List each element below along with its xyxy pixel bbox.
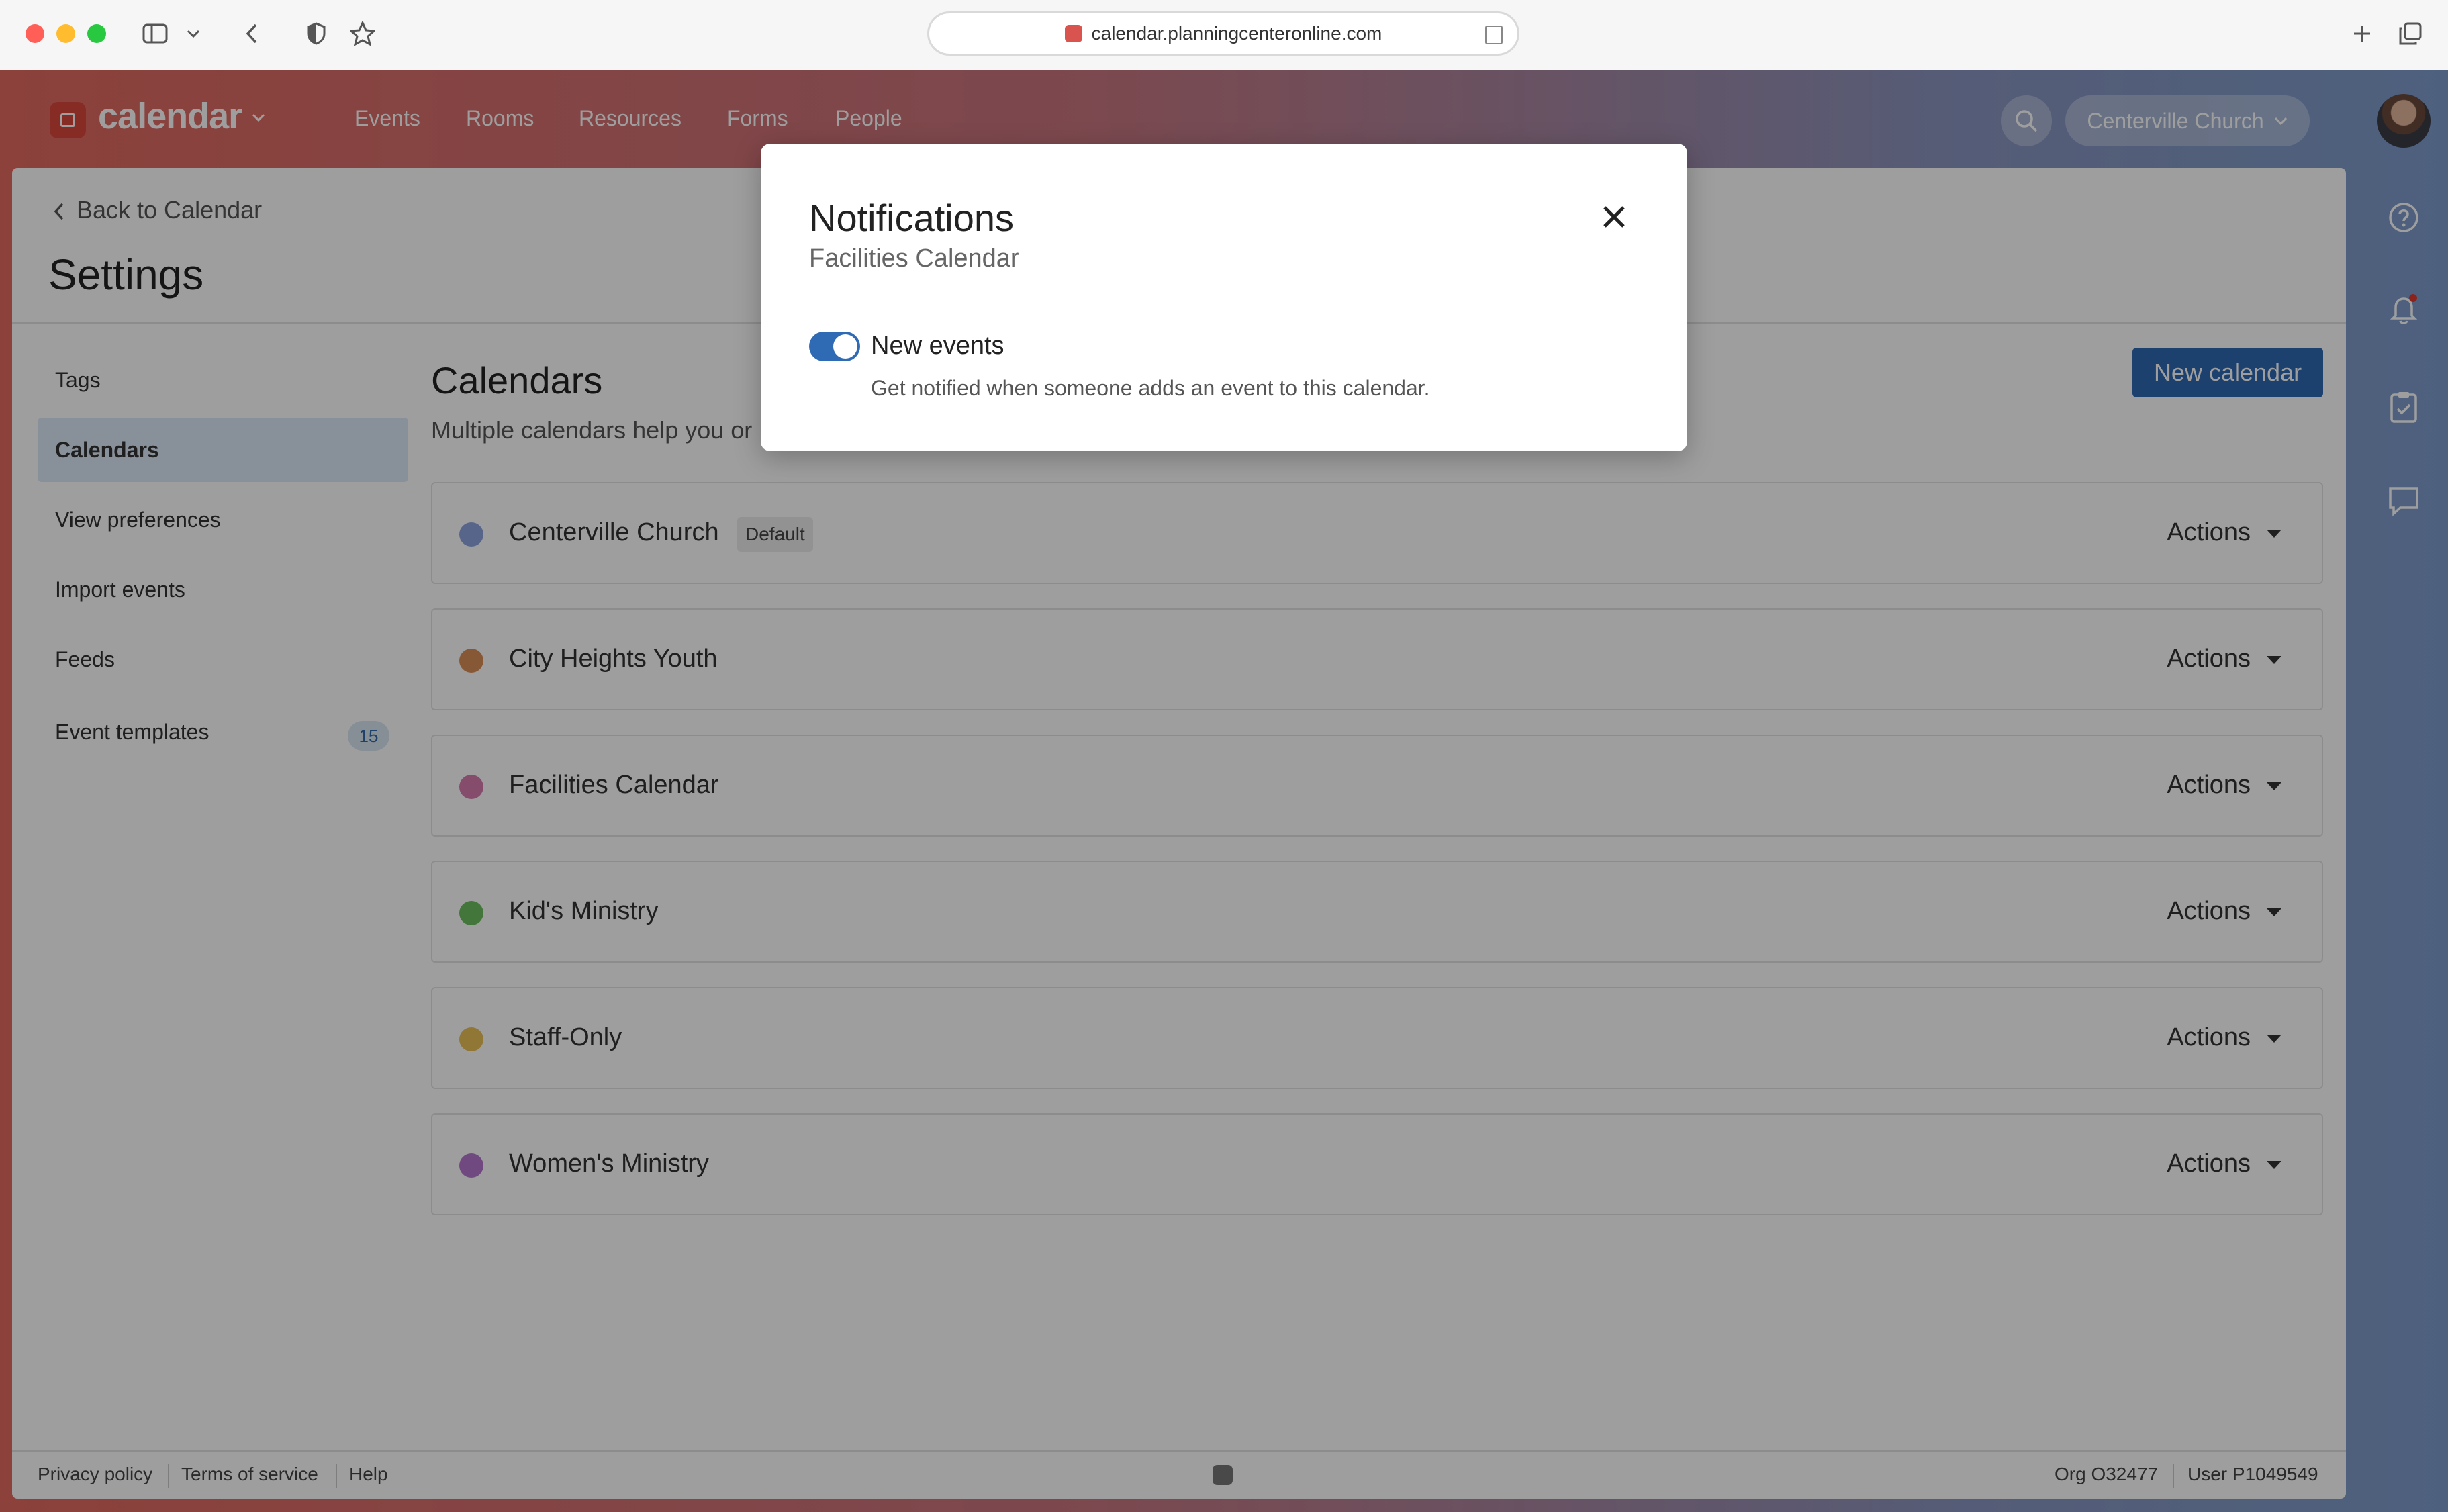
- site-favicon-icon: [1064, 25, 1082, 42]
- new-events-toggle[interactable]: [809, 332, 860, 361]
- bookmark-star-icon[interactable]: [345, 15, 380, 52]
- reader-view-icon[interactable]: [1485, 26, 1503, 44]
- privacy-shield-icon[interactable]: [299, 15, 333, 52]
- tab-overview-icon[interactable]: [2394, 15, 2427, 52]
- toggle-help-text: Get notified when someone adds an event …: [871, 376, 1430, 400]
- close-window-button[interactable]: [26, 24, 44, 43]
- sidebar-toggle-icon[interactable]: [138, 15, 172, 52]
- address-bar-url: calendar.planningcenteronline.com: [1091, 23, 1382, 44]
- new-tab-plus-icon[interactable]: [2347, 15, 2377, 52]
- close-icon[interactable]: [1596, 199, 1632, 235]
- toggle-label: New events: [871, 332, 1004, 360]
- chevron-down-icon[interactable]: [181, 15, 205, 52]
- toggle-knob: [833, 334, 857, 359]
- address-bar[interactable]: calendar.planningcenteronline.com: [927, 11, 1519, 56]
- modal-subtitle: Facilities Calendar: [809, 244, 1019, 273]
- modal-title: Notifications: [809, 197, 1015, 239]
- minimize-window-button[interactable]: [56, 24, 75, 43]
- zoom-window-button[interactable]: [87, 24, 106, 43]
- notifications-modal: Notifications Facilities Calendar New ev…: [761, 144, 1687, 451]
- back-arrow-icon[interactable]: [235, 15, 269, 52]
